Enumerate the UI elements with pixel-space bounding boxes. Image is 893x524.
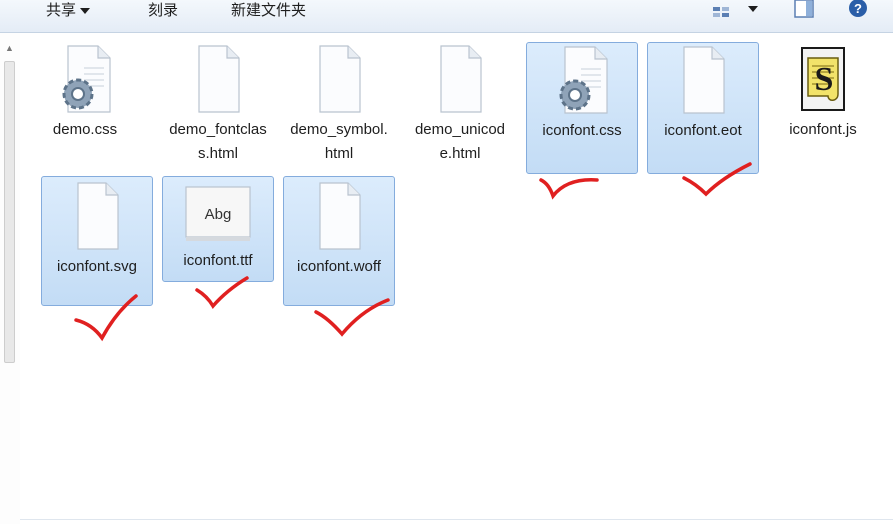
navigation-pane: ▲	[0, 33, 21, 524]
file-name: iconfont.js	[789, 121, 857, 138]
file-name: demo.css	[52, 121, 118, 138]
blank-file-icon	[440, 45, 482, 113]
file-item-demo-symbol-html[interactable]: demo_symbol.html	[284, 44, 394, 164]
blank-file-icon	[319, 45, 361, 113]
file-name: iconfont.css	[542, 122, 622, 139]
change-view-icon[interactable]	[712, 6, 732, 18]
css-file-gear-icon	[559, 46, 608, 114]
file-item-demo-css[interactable]: demo.css	[30, 44, 140, 164]
toolbar: 共享 刻录 新建文件夹 ?	[0, 0, 893, 33]
burn-button[interactable]: 刻录	[148, 0, 178, 22]
new-folder-button[interactable]: 新建文件夹	[231, 0, 306, 22]
svg-text:?: ?	[854, 1, 862, 16]
share-menu-button[interactable]: 共享	[46, 0, 91, 22]
file-item-demo-fontclass-html[interactable]: demo_fontclass.html	[163, 44, 273, 164]
status-divider	[20, 519, 893, 520]
file-item-demo-unicode-html[interactable]: demo_unicode.html	[405, 44, 515, 164]
file-item-iconfont-woff[interactable]: iconfont.woff	[283, 176, 395, 306]
file-item-iconfont-js[interactable]: S iconfont.js	[768, 44, 878, 164]
blank-file-icon	[198, 45, 240, 113]
file-name: iconfont.woff	[297, 258, 381, 275]
chevron-down-icon	[80, 8, 91, 15]
font-file-icon: Abg	[185, 186, 251, 241]
font-preview-text: Abg	[205, 206, 232, 223]
file-item-iconfont-ttf[interactable]: Abg iconfont.ttf	[162, 176, 274, 282]
svg-text:S: S	[815, 61, 834, 98]
blank-file-icon	[683, 46, 725, 114]
file-name: iconfont.svg	[56, 258, 138, 275]
javascript-scroll-icon: S	[801, 47, 845, 111]
preview-pane-icon[interactable]	[792, 0, 816, 22]
view-options-chevron-icon[interactable]	[748, 6, 758, 12]
file-item-iconfont-svg[interactable]: iconfont.svg	[41, 176, 153, 306]
file-name: demo_fontclass.html	[169, 121, 267, 162]
blank-file-icon	[77, 182, 119, 250]
blank-file-icon	[319, 182, 361, 250]
css-file-gear-icon	[62, 45, 111, 113]
file-name: iconfont.ttf	[183, 252, 253, 269]
help-icon[interactable]: ?	[847, 0, 869, 22]
scroll-up-icon[interactable]: ▲	[5, 43, 14, 53]
file-name: demo_unicode.html	[414, 121, 506, 162]
file-item-iconfont-css[interactable]: iconfont.css	[526, 42, 638, 174]
file-name: demo_symbol.html	[290, 121, 388, 162]
share-label: 共享	[46, 2, 77, 19]
navigation-scrollbar[interactable]	[4, 61, 15, 363]
file-item-iconfont-eot[interactable]: iconfont.eot	[647, 42, 759, 174]
file-name: iconfont.eot	[664, 122, 742, 139]
